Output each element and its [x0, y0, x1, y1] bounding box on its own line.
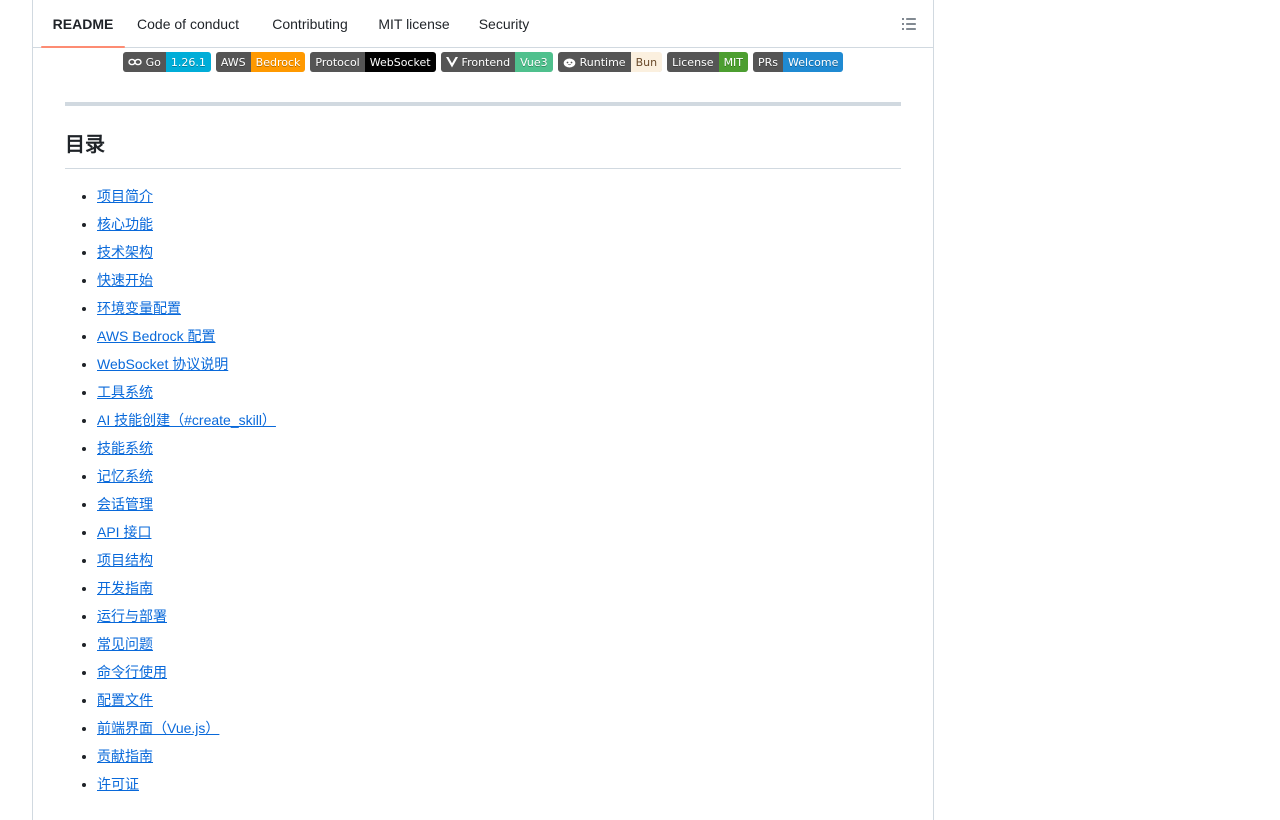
toc-link[interactable]: 核心功能 [97, 216, 153, 232]
badge-go[interactable]: Go 1.26.1 [122, 52, 211, 72]
list-item: 开发指南 [97, 576, 276, 604]
list-item: 运行与部署 [97, 604, 276, 632]
toc-heading: 目录 [65, 128, 901, 169]
badge-label: AWS [215, 52, 251, 72]
badge-label: Frontend [461, 55, 511, 69]
list-item: 工具系统 [97, 380, 276, 408]
list-item: 记忆系统 [97, 464, 276, 492]
list-item: AWS Bedrock 配置 [97, 324, 276, 352]
badge-value: WebSocket [364, 52, 436, 72]
tab-mit-license[interactable]: MIT license [371, 0, 457, 47]
badge-runtime[interactable]: Runtime Bun [557, 52, 663, 72]
toc-link[interactable]: WebSocket 协议说明 [97, 356, 228, 372]
badge-value: Bun [630, 52, 663, 72]
horizontal-rule [65, 102, 901, 106]
toc-link[interactable]: 配置文件 [97, 692, 153, 708]
badge-label: Protocol [310, 52, 365, 72]
badge-value: MIT [718, 52, 749, 72]
badge-label: Go [145, 55, 161, 69]
tab-readme[interactable]: README [41, 0, 125, 48]
toc-link[interactable]: 常见问题 [97, 636, 153, 652]
list-item: 项目结构 [97, 548, 276, 576]
list-item: 许可证 [97, 772, 276, 800]
toc-link[interactable]: 技术架构 [97, 244, 153, 260]
badge-value: Welcome [783, 52, 844, 72]
toc-link[interactable]: 许可证 [97, 776, 139, 792]
toc-link[interactable]: 贡献指南 [97, 748, 153, 764]
tab-security[interactable]: Security [473, 0, 535, 47]
badge-label: Runtime [579, 55, 626, 69]
list-item: 会话管理 [97, 492, 276, 520]
badge-aws[interactable]: AWS Bedrock [215, 52, 306, 72]
toc-link[interactable]: 工具系统 [97, 384, 153, 400]
go-icon [127, 58, 142, 66]
toc-link[interactable]: 项目结构 [97, 552, 153, 568]
badge-value: Vue3 [515, 52, 553, 72]
toc-link[interactable]: AWS Bedrock 配置 [97, 328, 216, 344]
list-item: 项目简介 [97, 184, 276, 212]
list-item: 配置文件 [97, 688, 276, 716]
list-item: API 接口 [97, 520, 276, 548]
badge-label: License [667, 52, 719, 72]
list-item: 前端界面（Vue.js） [97, 716, 276, 744]
outline-toggle-button[interactable] [899, 14, 919, 34]
badge-license[interactable]: License MIT [667, 52, 749, 72]
toc-link[interactable]: 前端界面（Vue.js） [97, 720, 219, 736]
badge-row: Go 1.26.1 AWS Bedrock Protocol WebSocket… [33, 52, 933, 72]
list-item: 环境变量配置 [97, 296, 276, 324]
bun-icon [563, 58, 575, 67]
list-item: 核心功能 [97, 212, 276, 240]
badge-value: Bedrock [250, 52, 306, 72]
list-item: 快速开始 [97, 268, 276, 296]
badge-prs[interactable]: PRs Welcome [753, 52, 844, 72]
list-item: 贡献指南 [97, 744, 276, 772]
tab-contributing[interactable]: Contributing [263, 0, 357, 47]
toc-link[interactable]: API 接口 [97, 524, 151, 540]
tab-code-of-conduct[interactable]: Code of conduct [129, 0, 247, 47]
list-item: 常见问题 [97, 632, 276, 660]
toc-link[interactable]: AI 技能创建（#create_skill） [97, 412, 276, 428]
list-item: 技能系统 [97, 436, 276, 464]
toc-link[interactable]: 环境变量配置 [97, 300, 181, 316]
badge-label: PRs [753, 52, 784, 72]
toc-link[interactable]: 项目简介 [97, 188, 153, 204]
list-item: 技术架构 [97, 240, 276, 268]
toc-link[interactable]: 开发指南 [97, 580, 153, 596]
toc-link[interactable]: 技能系统 [97, 440, 153, 456]
list-unordered-icon [902, 18, 916, 30]
readme-tab-bar: README Code of conduct Contributing MIT … [33, 0, 933, 48]
vue-icon [445, 56, 458, 67]
toc-link[interactable]: 会话管理 [97, 496, 153, 512]
list-item: 命令行使用 [97, 660, 276, 688]
badge-frontend[interactable]: Frontend Vue3 [440, 52, 553, 72]
toc-link[interactable]: 运行与部署 [97, 608, 167, 624]
toc-link[interactable]: 快速开始 [97, 272, 153, 288]
list-item: WebSocket 协议说明 [97, 352, 276, 380]
badge-protocol[interactable]: Protocol WebSocket [310, 52, 436, 72]
table-of-contents: 项目简介 核心功能 技术架构 快速开始 环境变量配置 AWS Bedrock 配… [97, 184, 276, 800]
toc-link[interactable]: 记忆系统 [97, 468, 153, 484]
badge-value: 1.26.1 [165, 52, 211, 72]
readme-panel: README Code of conduct Contributing MIT … [32, 0, 934, 820]
list-item: AI 技能创建（#create_skill） [97, 408, 276, 436]
toc-link[interactable]: 命令行使用 [97, 664, 167, 680]
